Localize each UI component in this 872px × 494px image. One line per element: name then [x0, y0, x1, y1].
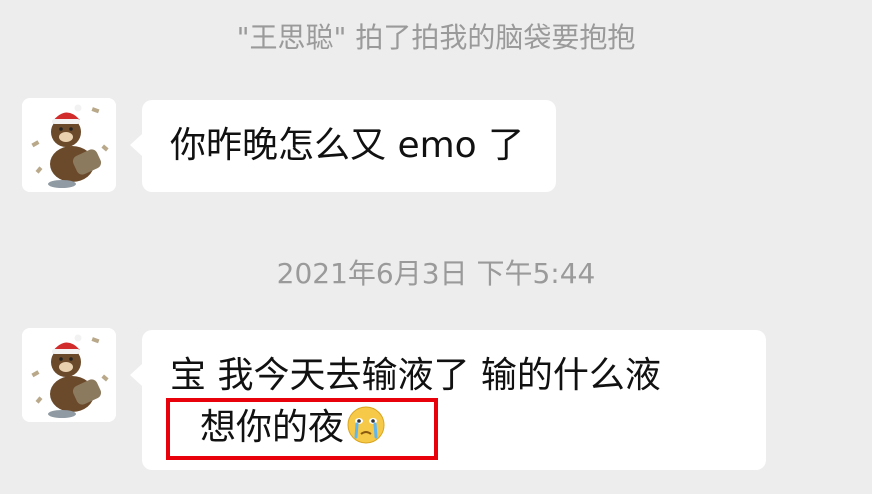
red-highlight-box: [166, 398, 438, 460]
message-text: 你昨晚怎么又 emo 了: [170, 125, 525, 166]
message-timestamp: 2021年6月3日 下午5:44: [276, 257, 596, 290]
message-bubble[interactable]: 你昨晚怎么又 emo 了: [130, 100, 556, 192]
brown-bear-santa-hat-icon: [22, 98, 116, 192]
brown-bear-santa-hat-icon: [22, 328, 116, 422]
message-text-line-1: 宝 我今天去输液了 输的什么液: [170, 355, 661, 396]
avatar[interactable]: [22, 328, 116, 422]
pat-notification: "王思聪" 拍了拍我的脑袋要抱抱: [236, 21, 636, 54]
avatar[interactable]: [22, 98, 116, 192]
